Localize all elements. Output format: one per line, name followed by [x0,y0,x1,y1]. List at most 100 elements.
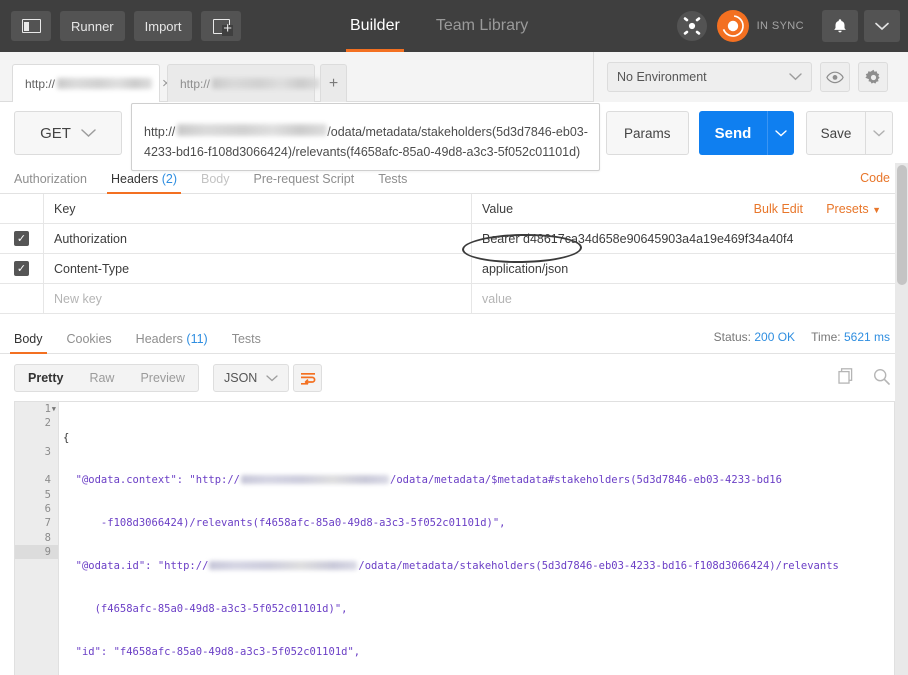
copy-button[interactable] [838,368,853,385]
request-tab-1-label: http:// [25,76,153,91]
time-value: 5621 ms [843,330,890,344]
tab-builder[interactable]: Builder [332,0,418,52]
response-tab-tests-label: Tests [231,331,261,346]
request-tab-1-prefix: http:// [25,76,56,91]
gutter-line-3-wrap [15,459,58,473]
header-new-key-input[interactable]: New key [44,284,472,313]
environment-zone: No Environment [593,52,908,102]
table-row[interactable]: ✓ Authorization Bearer d48617ca34d658e90… [0,224,895,254]
code-line-1: { [63,431,70,444]
url-blurred-host [177,124,328,136]
header-row-2-checkbox[interactable]: ✓ [14,261,29,276]
request-tab-2-prefix: http:// [180,76,211,91]
gutter-line-1: 1 ▼ [44,402,56,416]
save-label: Save [820,125,852,141]
headers-table: Key Value Bulk Edit Presets ▼ ✓ Authoriz… [0,194,895,314]
environment-select[interactable]: No Environment [607,62,812,92]
http-method-select[interactable]: GET [14,111,122,155]
response-tab-cookies[interactable]: Cookies [55,332,124,354]
response-section-tabs: Body Cookies Headers (11) Tests Status: … [0,322,908,354]
account-menu-button[interactable] [864,10,900,42]
params-button[interactable]: Params [606,111,689,155]
view-mode-raw[interactable]: Raw [76,365,127,391]
request-tab-2[interactable]: http:// [167,64,321,102]
add-request-tab-button[interactable]: + [320,64,347,102]
import-label: Import [144,18,182,34]
view-mode-pretty[interactable]: Pretty [15,365,76,391]
code-fold-icon[interactable]: ▼ [52,402,56,416]
vertical-scrollbar-track[interactable] [895,163,908,675]
response-body-code-view[interactable]: 1 ▼ 2 3 4 5 6 7 8 9 { "@odata.context": … [14,401,895,675]
headers-select-all-cell [0,194,44,223]
table-row-new[interactable]: New key value [0,284,895,314]
url-suffix-line1: /odata/metadata/stakeholders(5d3d7846-eb… [327,125,588,139]
environment-settings-button[interactable] [858,62,888,92]
sidebar-toggle-button[interactable] [11,11,51,41]
response-tab-body-label: Body [14,331,43,346]
response-tab-tests[interactable]: Tests [220,331,273,354]
code-line-3-wrap: (f4658afc-85a0-49d8-a3c3-5f052c01101d)", [63,603,348,616]
header-row-2-checkbox-cell: ✓ [0,254,44,283]
tab-builder-label: Builder [350,17,400,34]
sync-orb-icon[interactable] [716,10,749,42]
code-line-3: "@odata.id": "http:///odata/metadata/sta… [63,560,839,573]
url-row: GET http:// /odata/metadata/stakeholders(… [0,103,908,265]
presets-button[interactable]: Presets ▼ [826,202,881,216]
runner-label: Runner [71,18,114,34]
chevron-down-icon [775,129,787,136]
url-input[interactable]: http:// /odata/metadata/stakeholders(5d3d… [131,103,600,171]
gutter-line-3: 3 [44,445,51,458]
import-button[interactable]: Import [133,11,193,41]
vertical-scrollbar-thumb[interactable] [897,165,907,285]
tab-headers[interactable]: Headers (2) [99,172,189,194]
tab-tests[interactable]: Tests [366,172,419,194]
header-row-2-value[interactable]: application/json [472,254,895,283]
save-options-button[interactable] [866,111,893,155]
response-tab-headers-label: Headers [135,331,183,346]
word-wrap-icon [300,372,315,385]
new-window-button[interactable]: + [201,11,242,41]
header-row-1-key[interactable]: Authorization [44,224,472,253]
header-row-2-key[interactable]: Content-Type [44,254,472,283]
table-row[interactable]: ✓ Content-Type application/json [0,254,895,284]
send-button[interactable]: Send [699,111,767,155]
chevron-down-icon [875,22,889,30]
tab-pre-request-script[interactable]: Pre-request Script [241,172,366,194]
view-mode-preview[interactable]: Preview [127,365,197,391]
environment-quick-look-button[interactable] [820,62,850,92]
search-button[interactable] [873,368,890,385]
header-row-1-checkbox[interactable]: ✓ [14,231,29,246]
headers-column-value: Value Bulk Edit Presets ▼ [472,194,895,223]
runner-button[interactable]: Runner [60,11,125,41]
response-format-select[interactable]: JSON [213,364,290,392]
view-mode-segmented-control: Pretty Raw Preview [14,364,199,392]
request-tab-2-label: http:// [180,76,321,91]
word-wrap-button[interactable] [293,364,322,392]
response-tab-body[interactable]: Body [2,331,55,354]
tab-team-library[interactable]: Team Library [418,0,546,52]
params-label: Params [624,125,671,141]
code-line-2: "@odata.context": "http:///odata/metadat… [63,474,782,487]
postman-window: Runner Import + Builder Team Library IN … [0,0,908,675]
send-options-button[interactable] [767,111,794,155]
url-line2: 4233-bd16-f108d3066424)/relevants(f4658a… [144,145,581,159]
tab-authorization-label: Authorization [14,171,87,186]
gear-icon [864,69,880,84]
request-tab-1[interactable]: http:// × [12,64,171,102]
chevron-down-icon [266,374,278,381]
response-tab-headers[interactable]: Headers (11) [124,331,220,354]
header-row-1-value[interactable]: Bearer d48617ca34d658e90645903a4a19e469f… [472,224,895,253]
status-badge: Status: 200 OK [714,330,795,344]
header-new-value-input[interactable]: value [472,284,895,313]
save-button[interactable]: Save [806,111,866,155]
gutter-line-4: 4 [44,474,51,487]
tab-body[interactable]: Body [189,172,242,194]
notifications-button[interactable] [822,10,858,42]
tab-authorization[interactable]: Authorization [2,171,99,194]
bulk-edit-button[interactable]: Bulk Edit [754,202,803,216]
code-text[interactable]: { "@odata.context": "http:///odata/metad… [59,402,894,675]
network-icon[interactable] [676,11,707,41]
code-link[interactable]: Code [860,171,890,185]
headers-column-key: Key [44,194,472,223]
code-blurred-host-1 [241,475,390,485]
